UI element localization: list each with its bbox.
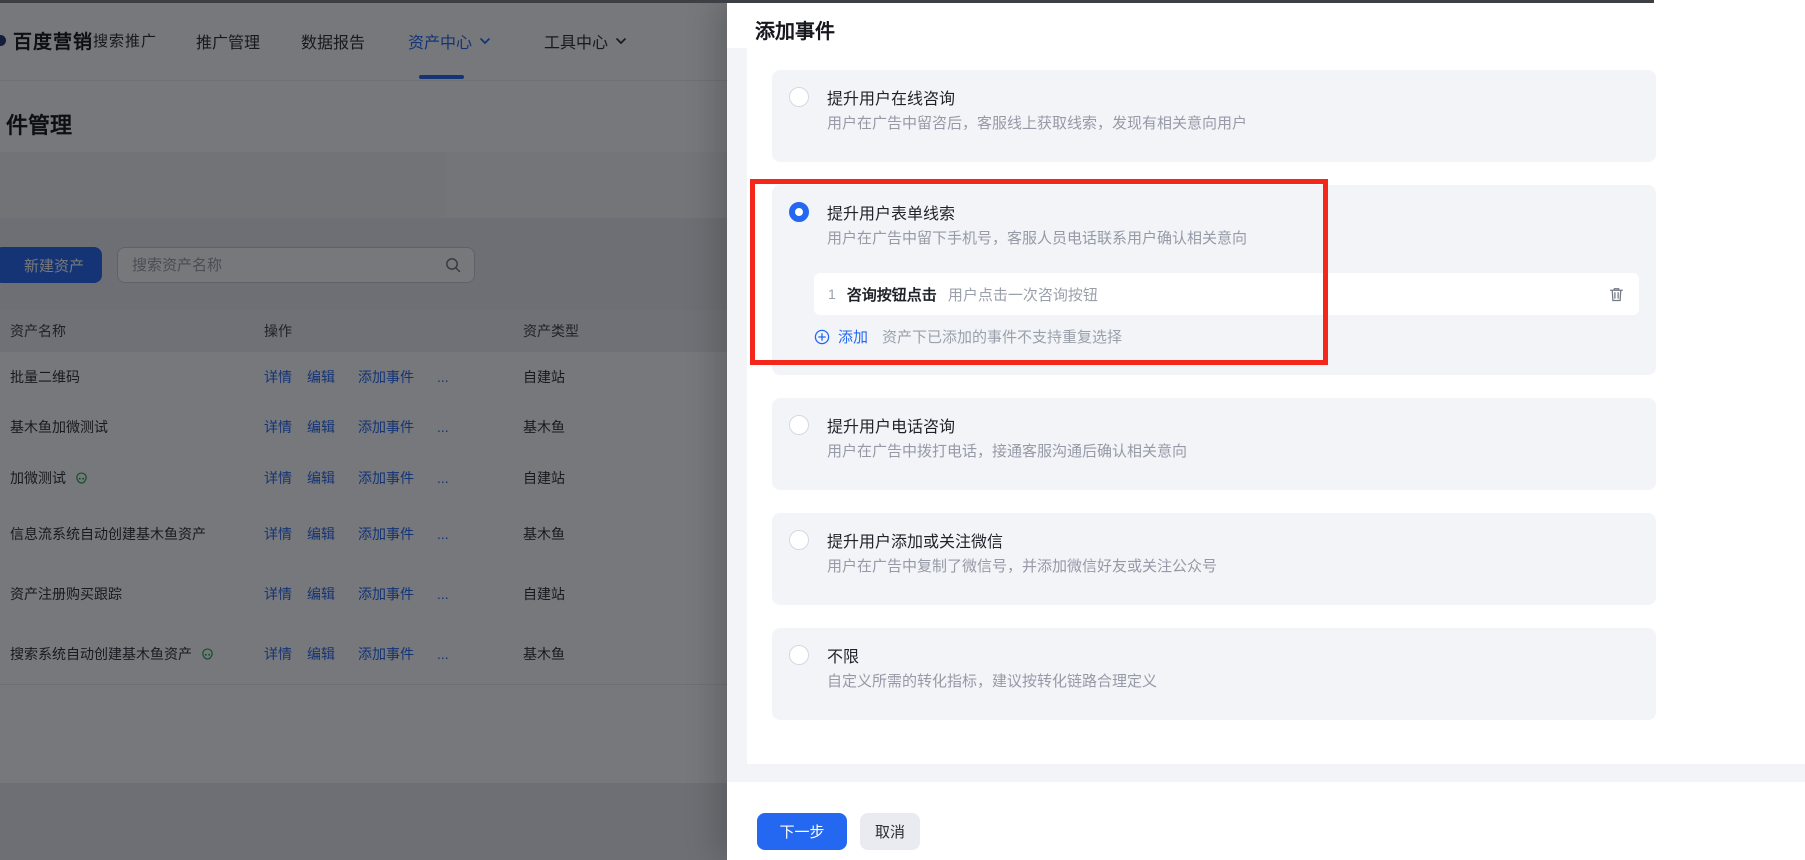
plus-circle-icon (814, 329, 830, 345)
option-description: 自定义所需的转化指标，建议按转化链路合理定义 (827, 670, 1157, 691)
radio-unchecked-icon[interactable] (789, 415, 809, 435)
modal-dim-overlay[interactable] (0, 0, 727, 860)
option-card-form-leads[interactable]: 提升用户表单线索 用户在广告中留下手机号，客服人员电话联系用户确认相关意向 1 … (772, 185, 1656, 375)
option-description: 用户在广告中留下手机号，客服人员电话联系用户确认相关意向 (827, 227, 1247, 248)
radio-unchecked-icon[interactable] (789, 530, 809, 550)
next-step-button[interactable]: 下一步 (757, 813, 847, 850)
add-event-action[interactable]: 添加 资产下已添加的事件不支持重复选择 (814, 326, 1122, 347)
option-description: 用户在广告中留咨后，客服线上获取线索，发现有相关意向用户 (827, 112, 1247, 133)
option-card-unlimited[interactable]: 不限 自定义所需的转化指标，建议按转化链路合理定义 (772, 628, 1656, 720)
drawer-title: 添加事件 (755, 15, 835, 44)
top-edge-line (0, 0, 1654, 3)
add-label: 添加 (838, 326, 868, 347)
option-title: 提升用户添加或关注微信 (827, 528, 1003, 552)
option-card-phone-consult[interactable]: 提升用户电话咨询 用户在广告中拨打电话，接通客服沟通后确认相关意向 (772, 398, 1656, 490)
option-title: 提升用户电话咨询 (827, 413, 955, 437)
cancel-button[interactable]: 取消 (860, 813, 920, 850)
option-title: 提升用户表单线索 (827, 200, 955, 224)
delete-event-icon[interactable] (1608, 286, 1625, 303)
radio-checked-icon[interactable] (789, 202, 809, 222)
option-description: 用户在广告中拨打电话，接通客服沟通后确认相关意向 (827, 440, 1187, 461)
option-title: 不限 (827, 643, 859, 667)
event-name: 咨询按钮点击 (847, 284, 937, 305)
add-event-drawer: 添加事件 提升用户在线咨询 用户在广告中留咨后，客服线上获取线索，发现有相关意向… (727, 0, 1805, 860)
selected-event-row: 1 咨询按钮点击 用户点击一次咨询按钮 (814, 273, 1639, 315)
option-title: 提升用户在线咨询 (827, 85, 955, 109)
option-description: 用户在广告中复制了微信号，并添加微信好友或关注公众号 (827, 555, 1217, 576)
event-index: 1 (828, 286, 836, 302)
add-note: 资产下已添加的事件不支持重复选择 (882, 326, 1122, 347)
option-card-wechat-follow[interactable]: 提升用户添加或关注微信 用户在广告中复制了微信号，并添加微信好友或关注公众号 (772, 513, 1656, 605)
app-root: 百度营销 搜索推广 推广管理 数据报告 资产中心 工具中心 件管理 新建资产 (0, 0, 1805, 860)
radio-unchecked-icon[interactable] (789, 87, 809, 107)
option-card-online-consult[interactable]: 提升用户在线咨询 用户在广告中留咨后，客服线上获取线索，发现有相关意向用户 (772, 70, 1656, 162)
radio-unchecked-icon[interactable] (789, 645, 809, 665)
event-description: 用户点击一次咨询按钮 (948, 284, 1098, 305)
